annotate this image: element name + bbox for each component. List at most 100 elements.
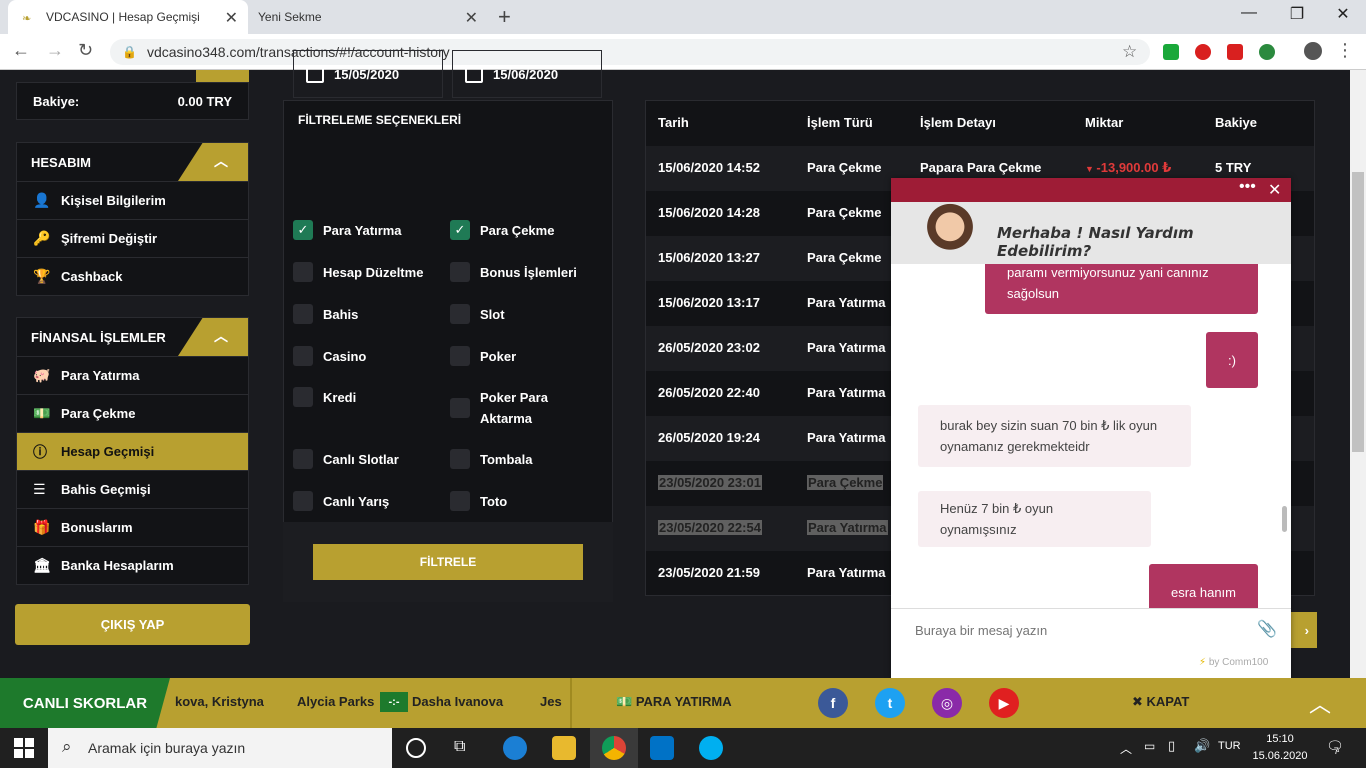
- bookmark-star-icon[interactable]: ☆: [1122, 42, 1137, 62]
- checkbox-hesap-duzeltme[interactable]: [293, 262, 313, 282]
- checkbox-para-cekme[interactable]: [450, 220, 470, 240]
- sidebar-item-cashback[interactable]: 🏆 Cashback: [17, 257, 248, 295]
- expand-up-button[interactable]: ︿: [1290, 678, 1350, 728]
- date-to-field[interactable]: 15/06/2020: [452, 50, 602, 98]
- checkbox-tombala[interactable]: [450, 449, 470, 469]
- balance-box: Bakiye: 0.00 TRY: [16, 82, 249, 120]
- checkbox-canli-slotlar[interactable]: [293, 449, 313, 469]
- sidebar-item-bonuses[interactable]: 🎁 Bonuslarım: [17, 508, 248, 546]
- sidebar-item-change-password[interactable]: 🔑 Şifremi Değiştir: [17, 219, 248, 257]
- logout-button[interactable]: ÇIKIŞ YAP: [15, 604, 250, 645]
- page-scrollbar-thumb[interactable]: [1352, 172, 1364, 452]
- outlook-icon[interactable]: [650, 736, 674, 760]
- chat-scrollbar-thumb[interactable]: [1282, 506, 1287, 532]
- deposit-label: PARA YATIRMA: [635, 694, 732, 709]
- chat-input-area: 📎 ⚡ by Comm100: [891, 608, 1291, 678]
- checkbox-canli-yaris[interactable]: [293, 491, 313, 511]
- close-tab-icon[interactable]: ✕: [465, 8, 478, 28]
- notifications-icon[interactable]: 🗨7: [1326, 738, 1349, 756]
- row-type: Para Yatırma: [807, 385, 886, 400]
- taskbar-clock[interactable]: 15:10 15.06.2020: [1250, 731, 1310, 765]
- list-icon: ☰: [33, 481, 46, 497]
- task-view-icon[interactable]: ⧉: [454, 738, 465, 756]
- down-arrow-icon: ▼: [1085, 164, 1097, 174]
- checkbox-bahis[interactable]: [293, 304, 313, 324]
- file-explorer-icon[interactable]: [552, 736, 576, 760]
- date-to-value: 15/06/2020: [493, 66, 559, 82]
- close-bar-button[interactable]: ✖ KAPAT: [1132, 694, 1189, 710]
- taskbar-search-input[interactable]: ⌕ Aramak için buraya yazın: [48, 728, 392, 768]
- tab-title: Yeni Sekme: [258, 10, 322, 24]
- new-tab-plus-icon[interactable]: +: [498, 4, 511, 30]
- extension-adblock-icon[interactable]: [1195, 44, 1211, 60]
- finance-menu-title: FİNANSAL İŞLEMLER: [31, 329, 166, 345]
- column-header-amount: Miktar: [1085, 115, 1124, 130]
- maximize-icon[interactable]: ❐: [1274, 4, 1320, 24]
- deposit-link[interactable]: 💵 PARA YATIRMA: [616, 694, 732, 710]
- close-window-icon[interactable]: ✕: [1320, 4, 1366, 24]
- finance-menu-header[interactable]: FİNANSAL İŞLEMLER ︿: [17, 318, 248, 356]
- sidebar-item-deposit[interactable]: 🐖 Para Yatırma: [17, 356, 248, 394]
- battery-icon[interactable]: ▯: [1168, 738, 1175, 754]
- live-scores-button[interactable]: CANLI SKORLAR: [0, 678, 170, 728]
- row-detail: Papara Para Çekme: [920, 160, 1042, 175]
- minimize-icon[interactable]: —: [1226, 4, 1272, 22]
- checkbox-label: Para Çekme: [480, 223, 555, 238]
- cortana-icon[interactable]: [406, 738, 426, 758]
- account-menu-header[interactable]: HESABIM ︿: [17, 143, 248, 181]
- chrome-icon[interactable]: [602, 736, 626, 760]
- reload-icon[interactable]: ↻: [78, 40, 93, 61]
- sidebar-item-personal-info[interactable]: 👤 Kişisel Bilgilerim: [17, 181, 248, 219]
- checkbox-bonus-islemleri[interactable]: [450, 262, 470, 282]
- network-icon[interactable]: ▭: [1144, 739, 1155, 753]
- more-options-icon[interactable]: •••: [1239, 178, 1256, 196]
- youtube-icon[interactable]: ▶: [989, 688, 1019, 718]
- back-arrow-icon[interactable]: ←: [12, 40, 30, 61]
- profile-avatar-icon[interactable]: [1304, 42, 1322, 60]
- close-bar-label: KAPAT: [1146, 694, 1190, 709]
- sidebar-item-bet-history[interactable]: ☰ Bahis Geçmişi: [17, 470, 248, 508]
- row-date: 23/05/2020 22:54: [658, 520, 762, 535]
- language-indicator[interactable]: TUR: [1218, 740, 1241, 752]
- extension-video-icon[interactable]: [1227, 44, 1243, 60]
- tab-new-tab[interactable]: Yeni Sekme ✕: [248, 0, 488, 34]
- account-menu-title: HESABIM: [31, 154, 91, 170]
- sidebar-item-withdraw[interactable]: 💵 Para Çekme: [17, 394, 248, 432]
- instagram-icon[interactable]: ◎: [932, 688, 962, 718]
- url-input[interactable]: 🔒 vdcasino348.com/transactions/#!/accoun…: [110, 39, 1150, 65]
- windows-start-icon[interactable]: [14, 738, 34, 758]
- checkbox-para-yatirma[interactable]: [293, 220, 313, 240]
- attachment-paperclip-icon[interactable]: 📎: [1257, 619, 1277, 639]
- menu-kebab-icon[interactable]: ⋮: [1336, 40, 1354, 61]
- info-icon: ⓘ: [33, 443, 47, 460]
- tray-chevron-up-icon[interactable]: ︿: [1120, 740, 1132, 757]
- divider: [570, 678, 572, 728]
- sidebar-item-bank-accounts[interactable]: 🏛 Banka Hesaplarım: [17, 546, 248, 584]
- checkbox-kredi[interactable]: [293, 387, 313, 407]
- checkbox-label: Casino: [323, 349, 367, 364]
- forward-arrow-icon[interactable]: →: [46, 40, 64, 61]
- sidebar-item-account-history[interactable]: ⓘ Hesap Geçmişi: [17, 432, 248, 470]
- extension-globe-icon[interactable]: [1259, 44, 1275, 60]
- row-date: 15/06/2020 14:52: [658, 160, 760, 175]
- extension-check-icon[interactable]: [1163, 44, 1179, 60]
- chat-message-input[interactable]: [915, 619, 1255, 641]
- tab-vdcasino[interactable]: ❧ VDCASINO | Hesap Geçmişi ✕: [8, 0, 248, 34]
- checkbox-slot[interactable]: [450, 304, 470, 324]
- checkbox-casino[interactable]: [293, 346, 313, 366]
- filter-button[interactable]: FİLTRELE: [313, 544, 583, 580]
- sidebar-item-label: Şifremi Değiştir: [61, 231, 158, 246]
- edge-icon[interactable]: [503, 736, 527, 760]
- tab-title: VDCASINO | Hesap Geçmişi: [46, 10, 200, 24]
- checkbox-poker[interactable]: [450, 346, 470, 366]
- close-tab-icon[interactable]: ✕: [225, 8, 238, 28]
- checkbox-poker-para-aktarma[interactable]: [450, 398, 470, 418]
- date-from-field[interactable]: 15/05/2020: [293, 50, 443, 98]
- twitter-icon[interactable]: t: [875, 688, 905, 718]
- close-chat-icon[interactable]: ✕: [1268, 180, 1281, 200]
- checkbox-toto[interactable]: [450, 491, 470, 511]
- volume-icon[interactable]: 🔊: [1194, 738, 1210, 754]
- money-icon: 💵: [33, 405, 51, 421]
- facebook-icon[interactable]: f: [818, 688, 848, 718]
- skype-icon[interactable]: [699, 736, 723, 760]
